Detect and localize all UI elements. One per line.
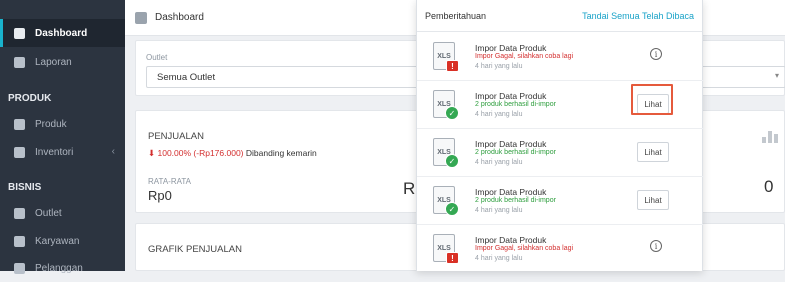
employee-icon xyxy=(14,235,25,247)
sidebar-item-dashboard[interactable]: Dashboard xyxy=(0,19,125,47)
average-label: RATA-RATA xyxy=(148,177,191,186)
notification-item-desc: Impor Gagal, silahkan coba lagi xyxy=(475,245,574,252)
notification-item[interactable]: XLS ✓ Impor Data Produk 2 produk berhasi… xyxy=(417,129,704,177)
sidebar-item-label: Outlet xyxy=(35,207,62,219)
sidebar-item-label: Inventori xyxy=(35,146,74,158)
notification-title: Pemberitahuan xyxy=(425,10,487,21)
notification-item-title: Impor Data Produk xyxy=(475,235,547,245)
sidebar: Dashboard Laporan PRODUK Produk Inventor… xyxy=(0,0,125,274)
notification-item[interactable]: XLS ✓ Impor Data Produk 2 produk berhasi… xyxy=(417,177,704,225)
sidebar-item-pelanggan[interactable]: Pelanggan xyxy=(0,254,125,282)
notification-item-title: Impor Data Produk xyxy=(475,187,547,197)
view-button[interactable]: Lihat xyxy=(637,190,669,210)
sidebar-item-label: Pelanggan xyxy=(35,262,83,274)
sidebar-item-laporan[interactable]: Laporan xyxy=(0,48,125,76)
chevron-down-icon: ▾ xyxy=(774,71,779,80)
notification-item-time: 4 hari yang lalu xyxy=(475,63,523,70)
notification-dropdown: Pemberitahuan Tandai Semua Telah Dibaca … xyxy=(416,0,704,273)
notification-item-time: 4 hari yang lalu xyxy=(475,111,523,118)
info-icon[interactable]: i xyxy=(650,240,662,252)
check-icon: ✓ xyxy=(445,154,459,168)
info-icon[interactable]: i xyxy=(650,48,662,60)
notification-item-title: Impor Data Produk xyxy=(475,43,547,53)
sidebar-item-label: Laporan xyxy=(35,56,72,68)
notification-item-desc: 2 produk berhasil di-impor xyxy=(475,197,556,204)
sales-value-partial: R xyxy=(403,179,416,198)
product-icon xyxy=(14,118,25,130)
outlet-select-value: Semua Outlet xyxy=(157,71,216,83)
sidebar-item-label: Karyawan xyxy=(35,235,80,247)
notification-item-title: Impor Data Produk xyxy=(475,91,547,101)
bar-chart-icon xyxy=(762,131,778,143)
notification-item-time: 4 hari yang lalu xyxy=(475,255,523,262)
notification-item-desc: Impor Gagal, silahkan coba lagi xyxy=(475,53,574,60)
sales-change: 100.00% (-Rp176.000) xyxy=(157,148,244,158)
notification-item-time: 4 hari yang lalu xyxy=(475,207,523,214)
view-button[interactable]: Lihat xyxy=(637,142,669,162)
dashboard-icon xyxy=(135,11,147,24)
highlight-box xyxy=(631,84,673,115)
notification-item-title: Impor Data Produk xyxy=(475,139,547,149)
chart-panel-title: GRAFIK PENJUALAN xyxy=(148,244,242,255)
notification-header: Pemberitahuan Tandai Semua Telah Dibaca xyxy=(417,0,702,32)
check-icon: ✓ xyxy=(445,202,459,216)
arrow-down-icon: ⬇ xyxy=(148,148,156,158)
sidebar-item-label: Produk xyxy=(35,118,67,130)
notification-item-time: 4 hari yang lalu xyxy=(475,159,523,166)
notification-item[interactable]: XLS ! Impor Data Produk Impor Gagal, sil… xyxy=(417,33,704,81)
sales-right-value: 0 xyxy=(764,177,774,196)
sales-change-row: ⬇ 100.00% (-Rp176.000) Dibanding kemarin xyxy=(148,148,317,159)
dashboard-icon xyxy=(14,27,25,39)
outlet-icon xyxy=(14,207,25,219)
sidebar-item-karyawan[interactable]: Karyawan xyxy=(0,227,125,255)
notification-item-desc: 2 produk berhasil di-impor xyxy=(475,149,556,156)
inventory-icon xyxy=(14,146,25,158)
sidebar-item-inventori[interactable]: Inventori ‹ xyxy=(0,138,125,166)
customer-icon xyxy=(14,262,25,274)
sidebar-item-label: Dashboard xyxy=(35,27,88,39)
sidebar-section-produk: PRODUK xyxy=(8,93,52,104)
sidebar-item-outlet[interactable]: Outlet xyxy=(0,199,125,227)
report-icon xyxy=(14,56,25,68)
chevron-left-icon: ‹ xyxy=(111,146,115,157)
outlet-label: Outlet xyxy=(146,53,168,62)
warning-icon: ! xyxy=(446,60,459,72)
sales-title: PENJUALAN xyxy=(148,131,204,142)
page-title: Dashboard xyxy=(155,12,204,23)
notification-item[interactable]: XLS ! Impor Data Produk Impor Gagal, sil… xyxy=(417,225,704,273)
sidebar-section-bisnis: BISNIS xyxy=(8,182,42,193)
warning-icon: ! xyxy=(446,252,459,264)
check-icon: ✓ xyxy=(445,106,459,120)
notification-item-desc: 2 produk berhasil di-impor xyxy=(475,101,556,108)
average-value: Rp0 xyxy=(148,188,172,203)
sales-compare: Dibanding kemarin xyxy=(245,148,317,158)
sidebar-item-produk[interactable]: Produk xyxy=(0,110,125,138)
mark-all-read-link[interactable]: Tandai Semua Telah Dibaca xyxy=(582,11,694,21)
